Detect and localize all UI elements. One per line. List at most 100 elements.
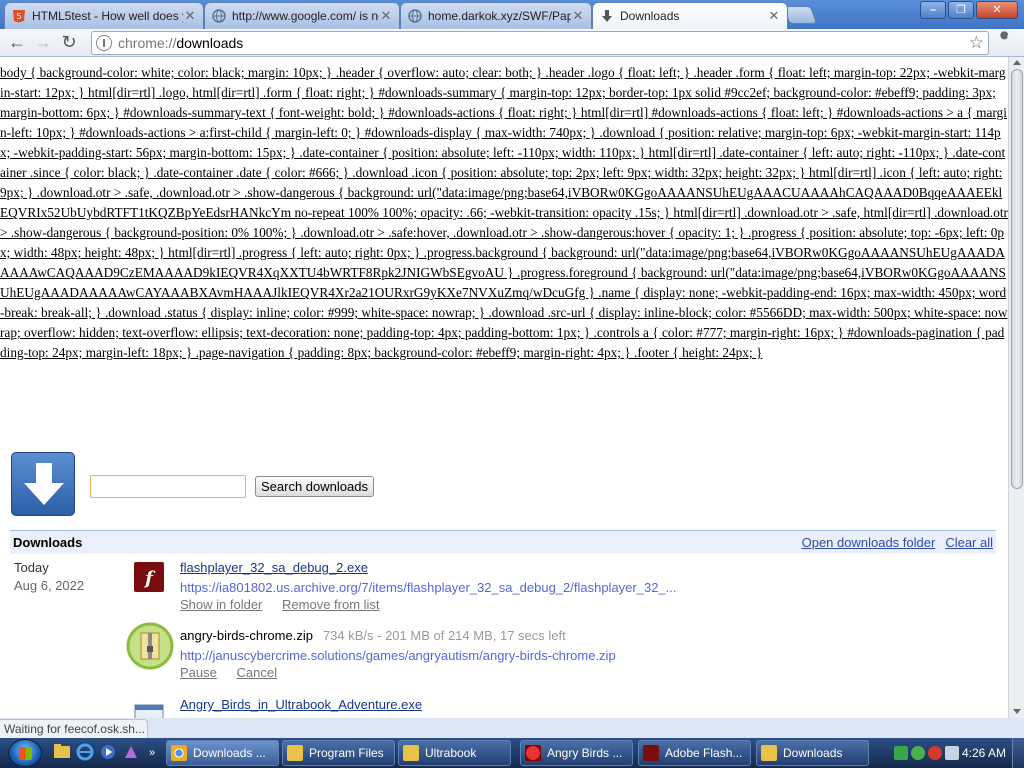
download-status: 734 kB/s - 201 MB of 214 MB, 17 secs lef… bbox=[322, 628, 566, 643]
executable-icon bbox=[134, 699, 166, 718]
bookmark-star-icon[interactable]: ☆ bbox=[969, 33, 984, 53]
download-controls: Pause Cancel bbox=[180, 665, 293, 680]
downloads-summary-title: Downloads bbox=[13, 535, 83, 550]
tab-strip: 5 HTML5test - How well does yo ✕ http://… bbox=[0, 0, 1024, 29]
reload-button[interactable]: ↻ bbox=[56, 31, 82, 55]
task-label: Adobe Flash... bbox=[665, 746, 743, 760]
flash-player-icon bbox=[643, 745, 659, 761]
taskbar-item-downloads-folder[interactable]: Downloads bbox=[756, 740, 869, 766]
taskbar-item-downloads-chrome[interactable]: Downloads ... bbox=[166, 740, 279, 766]
downloads-logo bbox=[11, 452, 75, 516]
scroll-down-arrow-icon[interactable] bbox=[1013, 709, 1021, 714]
clear-all-link[interactable]: Clear all bbox=[945, 535, 993, 550]
close-icon[interactable]: ✕ bbox=[379, 8, 393, 24]
taskbar-item-program-files[interactable]: Program Files bbox=[282, 740, 395, 766]
close-icon[interactable]: ✕ bbox=[767, 8, 781, 24]
minimize-button[interactable]: – bbox=[920, 1, 946, 19]
bug-icon[interactable] bbox=[911, 746, 925, 760]
chrome-icon bbox=[171, 745, 187, 761]
download-arrow-icon bbox=[24, 463, 64, 505]
page-content: body { background-color: white; color: b… bbox=[0, 57, 1008, 718]
scrollbar-thumb[interactable] bbox=[1011, 69, 1023, 489]
globe-icon bbox=[211, 8, 227, 24]
security-alert-icon[interactable] bbox=[928, 746, 942, 760]
scroll-up-arrow-icon[interactable] bbox=[1013, 60, 1021, 65]
quick-launch-icon[interactable] bbox=[121, 743, 141, 763]
cancel-link[interactable]: Cancel bbox=[237, 665, 277, 680]
download-name[interactable]: Angry_Birds_in_Ultrabook_Adventure.exe bbox=[180, 697, 422, 712]
toolbar: ← → ↻ chrome:// downloads ☆ bbox=[0, 29, 1024, 57]
flash-player-icon: f bbox=[134, 562, 166, 594]
downloads-actions: Open downloads folder Clear all bbox=[802, 535, 993, 550]
close-icon[interactable]: ✕ bbox=[183, 8, 197, 24]
remove-from-list-link[interactable]: Remove from list bbox=[282, 597, 380, 612]
maximize-button[interactable]: ❐ bbox=[948, 1, 974, 19]
downloads-summary: Downloads Open downloads folder Clear al… bbox=[10, 530, 996, 554]
forward-button[interactable]: → bbox=[30, 31, 56, 55]
tab-title: http://www.google.com/ is no bbox=[232, 9, 379, 23]
search-downloads-button[interactable]: Search downloads bbox=[255, 476, 374, 497]
taskbar-item-angry-birds[interactable]: Angry Birds ... bbox=[520, 740, 633, 766]
url-scheme: chrome:// bbox=[118, 35, 177, 51]
wrench-icon[interactable] bbox=[996, 31, 1014, 54]
chevron-right-icon[interactable]: » bbox=[142, 743, 162, 763]
download-source-url[interactable]: https://ia801802.us.archive.org/7/items/… bbox=[180, 580, 677, 595]
pause-link[interactable]: Pause bbox=[180, 665, 217, 680]
folder-icon bbox=[761, 745, 777, 761]
taskbar-item-ultrabook[interactable]: Ultrabook bbox=[398, 740, 511, 766]
close-icon[interactable]: ✕ bbox=[571, 8, 585, 24]
download-source-url[interactable]: http://januscybercrime.solutions/games/a… bbox=[180, 648, 616, 663]
download-icon bbox=[599, 8, 615, 24]
task-label: Ultrabook bbox=[425, 746, 477, 760]
clock[interactable]: 4:26 AM bbox=[962, 746, 1006, 760]
status-bubble: Waiting for feecof.osk.sh... bbox=[0, 719, 148, 739]
task-label: Program Files bbox=[309, 746, 384, 760]
page-icon bbox=[96, 35, 112, 51]
network-icon[interactable] bbox=[894, 746, 908, 760]
download-name[interactable]: flashplayer_32_sa_debug_2.exe bbox=[180, 560, 368, 575]
internet-explorer-icon[interactable] bbox=[75, 743, 95, 763]
open-downloads-folder-link[interactable]: Open downloads folder bbox=[802, 535, 936, 550]
tab-title: home.darkok.xyz/SWF/Papa% bbox=[428, 9, 571, 23]
show-in-folder-link[interactable]: Show in folder bbox=[180, 597, 262, 612]
window-controls: – ❐ ✕ bbox=[920, 1, 1018, 19]
angry-birds-icon bbox=[525, 745, 541, 761]
folder-icon bbox=[287, 745, 303, 761]
volume-icon[interactable] bbox=[945, 746, 959, 760]
task-label: Angry Birds ... bbox=[547, 746, 623, 760]
folder-icon bbox=[403, 745, 419, 761]
show-desktop-button[interactable] bbox=[1012, 738, 1024, 768]
search-input[interactable] bbox=[90, 475, 246, 498]
download-item: Today Aug 6, 2022 f flashplayer_32_sa_de… bbox=[10, 560, 1000, 620]
tab-downloads[interactable]: Downloads ✕ bbox=[592, 2, 788, 29]
close-window-button[interactable]: ✕ bbox=[976, 1, 1018, 19]
tab-html5test[interactable]: 5 HTML5test - How well does yo ✕ bbox=[4, 2, 204, 29]
address-bar[interactable]: chrome:// downloads ☆ bbox=[91, 31, 989, 55]
tab-title: HTML5test - How well does yo bbox=[32, 9, 183, 23]
svg-text:5: 5 bbox=[16, 12, 21, 21]
zip-archive-icon bbox=[126, 622, 174, 670]
taskbar: » Downloads ... Program Files Ultrabook … bbox=[0, 738, 1024, 768]
folder-icon[interactable] bbox=[52, 743, 72, 763]
task-label: Downloads ... bbox=[193, 746, 266, 760]
download-filename: angry-birds-chrome.zip bbox=[180, 628, 313, 643]
taskbar-item-adobe-flash[interactable]: Adobe Flash... bbox=[638, 740, 751, 766]
html5-icon: 5 bbox=[11, 8, 27, 24]
tab-title: Downloads bbox=[620, 9, 680, 23]
vertical-scrollbar[interactable] bbox=[1008, 57, 1024, 718]
back-button[interactable]: ← bbox=[4, 31, 30, 55]
download-item: Angry_Birds_in_Ultrabook_Adventure.exe bbox=[10, 697, 1000, 718]
download-controls: Show in folder Remove from list bbox=[180, 597, 396, 612]
task-label: Downloads bbox=[783, 746, 843, 760]
globe-icon bbox=[407, 8, 423, 24]
start-button[interactable] bbox=[8, 739, 42, 767]
tab-google[interactable]: http://www.google.com/ is no ✕ bbox=[204, 2, 400, 29]
raw-css-text: body { background-color: white; color: b… bbox=[0, 65, 1008, 360]
download-item: angry-birds-chrome.zip 734 kB/s - 201 MB … bbox=[10, 622, 1000, 688]
date-date: Aug 6, 2022 bbox=[14, 578, 85, 593]
date-since: Today bbox=[14, 560, 49, 575]
tab-darkok[interactable]: home.darkok.xyz/SWF/Papa% ✕ bbox=[400, 2, 592, 29]
url-host: downloads bbox=[176, 35, 244, 51]
media-player-icon[interactable] bbox=[98, 743, 118, 763]
download-name: angry-birds-chrome.zip 734 kB/s - 201 MB … bbox=[180, 628, 566, 643]
